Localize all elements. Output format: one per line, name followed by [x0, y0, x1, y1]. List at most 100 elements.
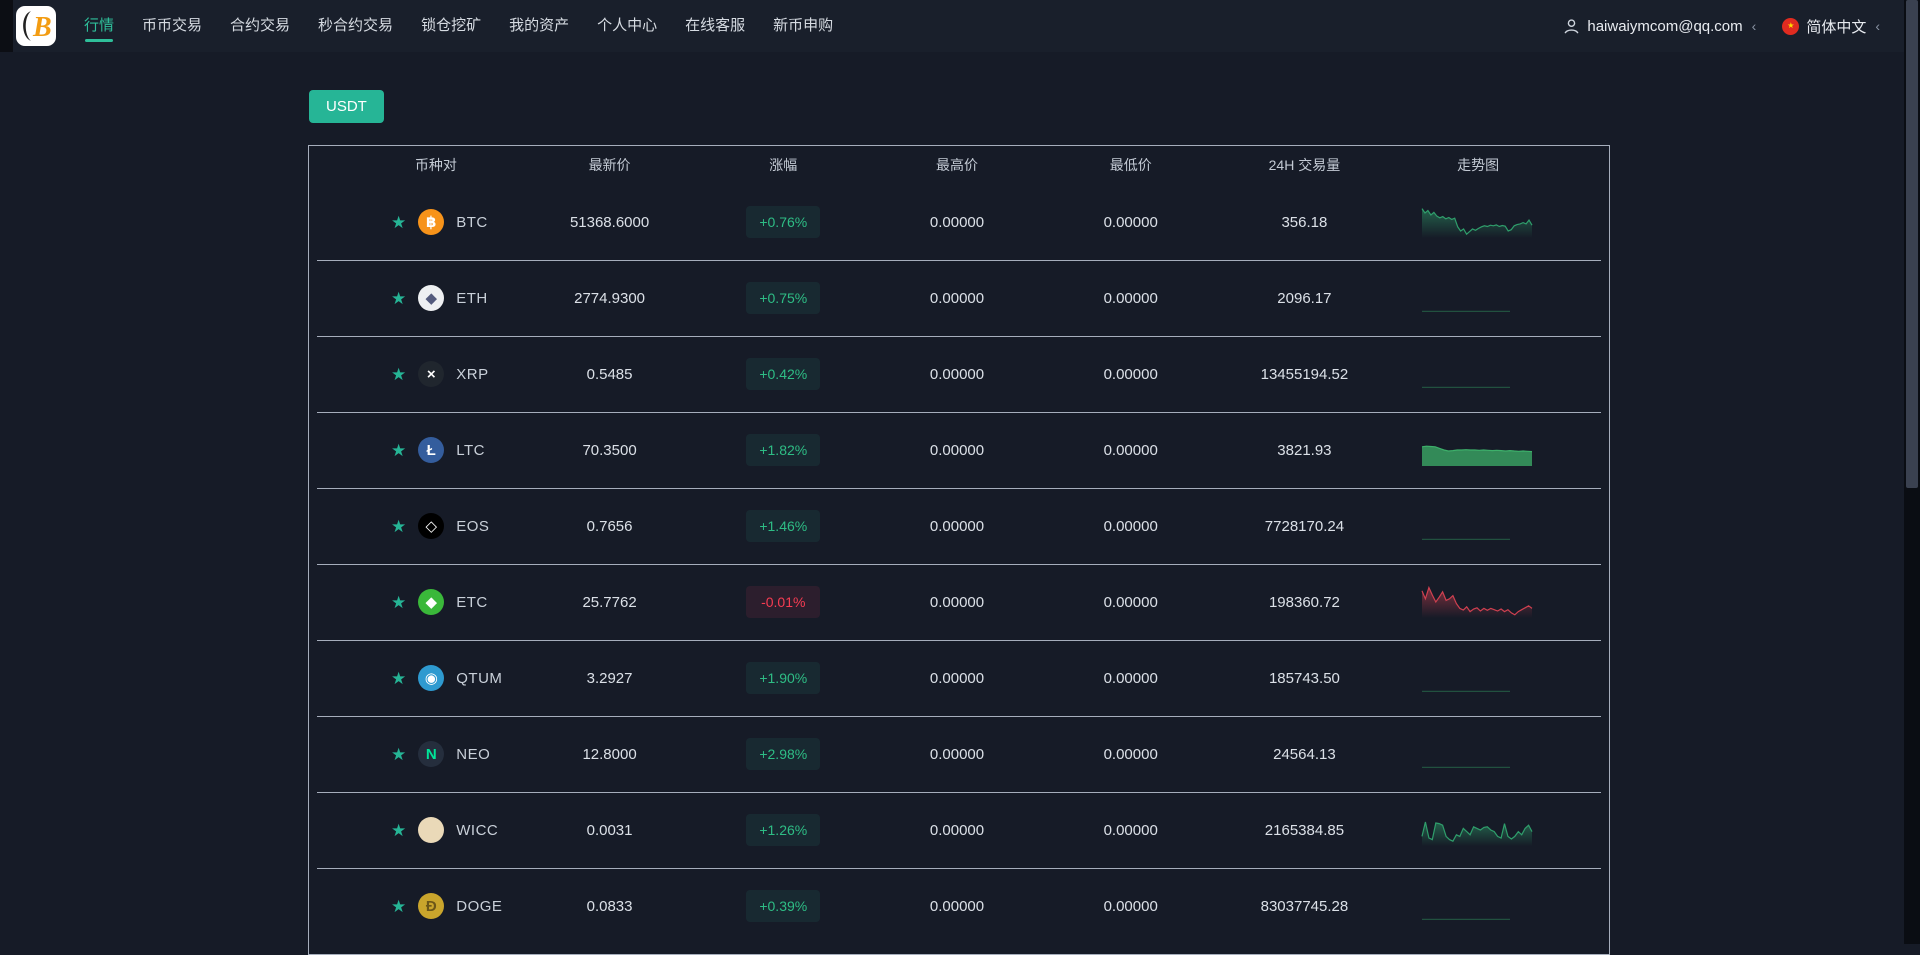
- trend-cell: [1391, 810, 1565, 850]
- change-badge: +1.46%: [746, 510, 820, 542]
- coin-cell: ★ŁLTC: [349, 437, 523, 463]
- trend-sparkline: [1420, 582, 1536, 622]
- tab-usdt[interactable]: USDT: [309, 90, 384, 123]
- column-header-2: 最新价: [523, 155, 697, 175]
- change-cell: +0.39%: [696, 890, 870, 922]
- coin-cell: ★ÐDOGE: [349, 893, 523, 919]
- change-cell: +0.75%: [696, 282, 870, 314]
- latest-price: 12.8000: [523, 746, 697, 763]
- favorite-star-icon[interactable]: ★: [391, 290, 406, 307]
- favorite-star-icon[interactable]: ★: [391, 214, 406, 231]
- high-price: 0.00000: [870, 366, 1044, 383]
- coin-symbol: QTUM: [456, 670, 502, 687]
- favorite-star-icon[interactable]: ★: [391, 822, 406, 839]
- latest-price: 0.5485: [523, 366, 697, 383]
- trend-sparkline: [1420, 506, 1536, 546]
- change-cell: -0.01%: [696, 586, 870, 618]
- latest-price: 2774.9300: [523, 290, 697, 307]
- nav-item-8[interactable]: 在线客服: [685, 10, 745, 42]
- top-nav: B 行情 币币交易合约交易秒合约交易 锁仓挖矿 我的资产个人中心在线客服 新币申购 ha…: [0, 0, 1920, 52]
- column-header-5: 最低价: [1044, 155, 1218, 175]
- coin-symbol: EOS: [456, 518, 489, 535]
- low-price: 0.00000: [1044, 670, 1218, 687]
- low-price: 0.00000: [1044, 746, 1218, 763]
- nav-active-underline: [158, 39, 186, 42]
- coin-cell: ★◆ETC: [349, 589, 523, 615]
- trend-cell: [1391, 278, 1565, 318]
- volume-24h: 83037745.28: [1218, 898, 1392, 915]
- low-price: 0.00000: [1044, 822, 1218, 839]
- nav-item-5[interactable]: 锁仓挖矿: [421, 10, 481, 42]
- coin-symbol: XRP: [456, 366, 488, 383]
- latest-price: 0.0031: [523, 822, 697, 839]
- table-row-ltc[interactable]: ★ŁLTC70.3500+1.82%0.000000.000003821.93: [309, 412, 1609, 488]
- low-price: 0.00000: [1044, 518, 1218, 535]
- coin-cell: ★฿BTC: [349, 209, 523, 235]
- trend-cell: [1391, 354, 1565, 394]
- coin-cell: ★◇EOS: [349, 513, 523, 539]
- scrollbar-track[interactable]: [1904, 0, 1920, 944]
- high-price: 0.00000: [870, 518, 1044, 535]
- volume-24h: 24564.13: [1218, 746, 1392, 763]
- table-row-doge[interactable]: ★ÐDOGE0.0833+0.39%0.000000.0000083037745…: [309, 868, 1609, 944]
- low-price: 0.00000: [1044, 898, 1218, 915]
- change-cell: +1.26%: [696, 814, 870, 846]
- nav-item-label: 新币申购: [773, 17, 833, 34]
- column-header-4: 最高价: [870, 155, 1044, 175]
- coin-logo-icon: N: [418, 741, 444, 767]
- high-price: 0.00000: [870, 898, 1044, 915]
- nav-active-underline: [246, 39, 274, 42]
- table-row-btc[interactable]: ★฿BTC51368.6000+0.76%0.000000.00000356.1…: [309, 184, 1609, 260]
- table-row-wicc[interactable]: ★WICC0.0031+1.26%0.000000.000002165384.8…: [309, 792, 1609, 868]
- svg-text:B: B: [32, 12, 52, 43]
- change-cell: +1.46%: [696, 510, 870, 542]
- nav-item-6[interactable]: 我的资产: [509, 10, 569, 42]
- table-row-xrp[interactable]: ★×XRP0.5485+0.42%0.000000.0000013455194.…: [309, 336, 1609, 412]
- favorite-star-icon[interactable]: ★: [391, 594, 406, 611]
- change-badge: +1.82%: [746, 434, 820, 466]
- language-switcher[interactable]: ★ 简体中文 ‹: [1782, 16, 1880, 37]
- nav-item-9[interactable]: 新币申购: [773, 10, 833, 42]
- favorite-star-icon[interactable]: ★: [391, 442, 406, 459]
- low-price: 0.00000: [1044, 366, 1218, 383]
- coin-cell: ★◉QTUM: [349, 665, 523, 691]
- window-left-edge: [0, 0, 13, 52]
- trend-cell: [1391, 734, 1565, 774]
- table-header-row: 币种对最新价涨幅最高价最低价24H 交易量走势图: [309, 146, 1609, 184]
- favorite-star-icon[interactable]: ★: [391, 746, 406, 763]
- favorite-star-icon[interactable]: ★: [391, 518, 406, 535]
- person-icon: [1563, 18, 1580, 35]
- column-header-1: 币种对: [349, 155, 523, 175]
- change-badge: +0.76%: [746, 206, 820, 238]
- user-account[interactable]: haiwaiymcom@qq.com ‹: [1563, 18, 1756, 35]
- nav-menu: 行情 币币交易合约交易秒合约交易 锁仓挖矿 我的资产个人中心在线客服 新币申购: [84, 10, 833, 42]
- trend-cell: [1391, 582, 1565, 622]
- nav-item-4[interactable]: 秒合约交易: [318, 10, 393, 42]
- high-price: 0.00000: [870, 442, 1044, 459]
- scrollbar-thumb[interactable]: [1906, 0, 1918, 488]
- nav-item-3[interactable]: 合约交易: [230, 10, 290, 42]
- coin-symbol: ETC: [456, 594, 488, 611]
- table-row-neo[interactable]: ★NNEO12.8000+2.98%0.000000.0000024564.13: [309, 716, 1609, 792]
- change-cell: +1.82%: [696, 434, 870, 466]
- nav-item-label: 锁仓挖矿: [421, 17, 481, 34]
- nav-item-1[interactable]: 行情: [84, 10, 114, 42]
- favorite-star-icon[interactable]: ★: [391, 366, 406, 383]
- table-row-eth[interactable]: ★◆ETH2774.9300+0.75%0.000000.000002096.1…: [309, 260, 1609, 336]
- table-row-qtum[interactable]: ★◉QTUM3.2927+1.90%0.000000.00000185743.5…: [309, 640, 1609, 716]
- nav-item-label: 行情: [84, 17, 114, 34]
- latest-price: 25.7762: [523, 594, 697, 611]
- nav-item-7[interactable]: 个人中心: [597, 10, 657, 42]
- table-body: ★฿BTC51368.6000+0.76%0.000000.00000356.1…: [309, 184, 1609, 944]
- table-row-etc[interactable]: ★◆ETC25.7762-0.01%0.000000.00000198360.7…: [309, 564, 1609, 640]
- trend-cell: [1391, 658, 1565, 698]
- nav-item-2[interactable]: 币币交易: [142, 10, 202, 42]
- high-price: 0.00000: [870, 290, 1044, 307]
- table-row-eos[interactable]: ★◇EOS0.7656+1.46%0.000000.000007728170.2…: [309, 488, 1609, 564]
- coin-logo-icon: Ł: [418, 437, 444, 463]
- change-badge: -0.01%: [746, 586, 820, 618]
- coin-logo-icon: Ð: [418, 893, 444, 919]
- favorite-star-icon[interactable]: ★: [391, 898, 406, 915]
- favorite-star-icon[interactable]: ★: [391, 670, 406, 687]
- column-header-3: 涨幅: [696, 155, 870, 175]
